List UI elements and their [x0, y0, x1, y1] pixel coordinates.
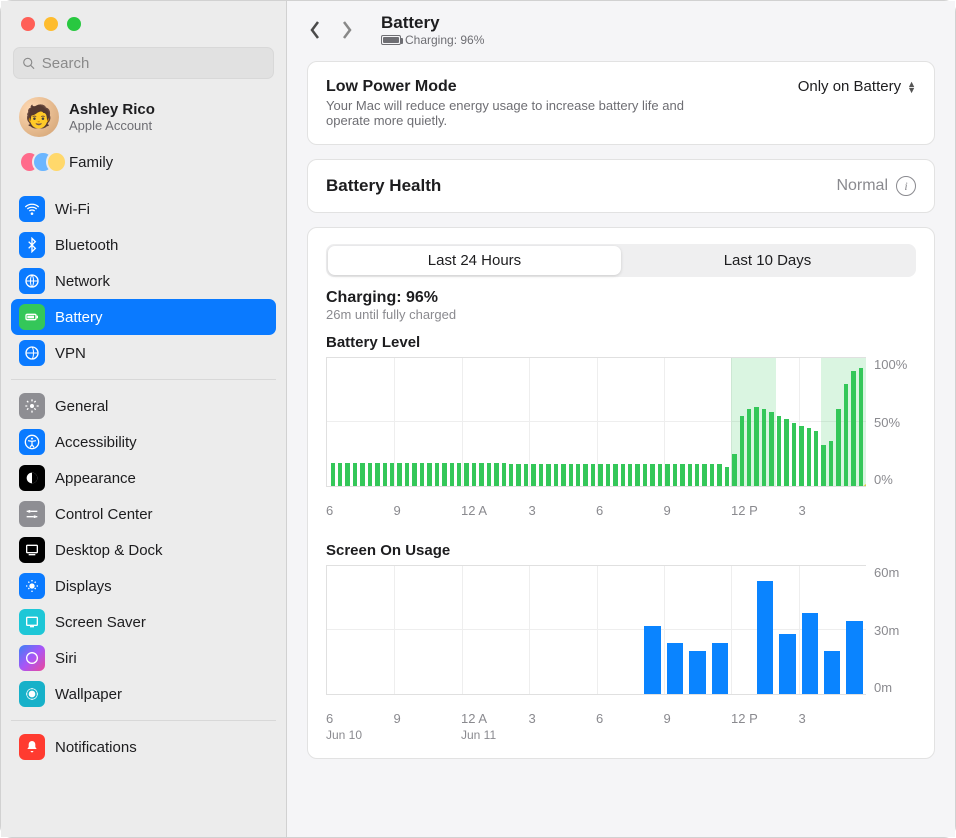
chevron-updown-icon: ▲▼ [907, 81, 916, 93]
lpm-select-value: Only on Battery [798, 78, 901, 95]
sidebar-item-wallpaper[interactable]: Wallpaper [11, 676, 276, 712]
battery-health-row[interactable]: Battery Health Normal i [307, 159, 935, 213]
sidebar-item-screensaver[interactable]: Screen Saver [11, 604, 276, 640]
sidebar-item-appearance[interactable]: Appearance [11, 460, 276, 496]
wallpaper-icon [19, 681, 45, 707]
search-icon [22, 56, 36, 71]
sidebar-item-controlcenter[interactable]: Control Center [11, 496, 276, 532]
account-sub: Apple Account [69, 118, 155, 133]
page-title: Battery [381, 13, 484, 33]
sidebar-item-notifications[interactable]: Notifications [11, 729, 276, 765]
sidebar-item-label: Wi-Fi [55, 201, 90, 218]
tab-last-10-days[interactable]: Last 10 Days [621, 246, 914, 275]
notifications-icon [19, 734, 45, 760]
minimize-window-button[interactable] [44, 17, 58, 31]
sidebar-item-label: Network [55, 273, 110, 290]
info-icon[interactable]: i [896, 176, 916, 196]
sidebar-item-label: Wallpaper [55, 686, 122, 703]
avatar: 🧑 [19, 97, 59, 137]
controlcenter-icon [19, 501, 45, 527]
tab-last-24-hours[interactable]: Last 24 Hours [328, 246, 621, 275]
battery-status-icon [381, 35, 401, 45]
sidebar-item-network[interactable]: Network [11, 263, 276, 299]
sidebar-item-bluetooth[interactable]: Bluetooth [11, 227, 276, 263]
usage-date-row: Jun 10Jun 11 [326, 728, 916, 742]
fullscreen-window-button[interactable] [67, 17, 81, 31]
sidebar-item-general[interactable]: General [11, 388, 276, 424]
sidebar-item-label: Screen Saver [55, 614, 146, 631]
siri-icon [19, 645, 45, 671]
usage-card: Last 24 Hours Last 10 Days Charging: 96%… [307, 227, 935, 759]
battery-icon [19, 304, 45, 330]
page-subtitle-text: Charging: 96% [405, 33, 484, 47]
general-icon [19, 393, 45, 419]
sidebar-item-label: General [55, 398, 108, 415]
sidebar-item-label: Control Center [55, 506, 153, 523]
sidebar-item-accessibility[interactable]: Accessibility [11, 424, 276, 460]
sidebar-item-vpn[interactable]: VPN [11, 335, 276, 371]
sidebar-item-label: Displays [55, 578, 112, 595]
lpm-select[interactable]: Only on Battery ▲▼ [798, 78, 916, 95]
charging-status-main: Charging: 96% [326, 289, 916, 307]
family-label: Family [69, 154, 113, 171]
battery-level-plot: ⚡ [326, 357, 866, 487]
sidebar-item-wifi[interactable]: Wi-Fi [11, 191, 276, 227]
nav-back-button[interactable] [301, 16, 329, 44]
page-subtitle: Charging: 96% [381, 33, 484, 47]
account-name: Ashley Rico [69, 101, 155, 118]
network-icon [19, 268, 45, 294]
sidebar-apple-account[interactable]: 🧑 Ashley Rico Apple Account [11, 93, 276, 145]
displays-icon [19, 573, 45, 599]
screen-on-usage-chart: Screen On Usage 60m30m0m 6912 A36912 P3 … [326, 542, 916, 742]
sidebar-item-displays[interactable]: Displays [11, 568, 276, 604]
lpm-label: Low Power Mode [326, 78, 686, 96]
desktopdock-icon [19, 537, 45, 563]
battery-y-axis: 100%50%0% [866, 357, 916, 487]
wifi-icon [19, 196, 45, 222]
close-window-button[interactable] [21, 17, 35, 31]
search-field[interactable] [13, 47, 274, 79]
chart-title: Screen On Usage [326, 542, 916, 559]
family-avatars [19, 151, 59, 173]
battery-health-label: Battery Health [326, 176, 441, 196]
sidebar-item-label: Appearance [55, 470, 136, 487]
sidebar-item-label: Accessibility [55, 434, 137, 451]
vpn-icon [19, 340, 45, 366]
sidebar-item-siri[interactable]: Siri [11, 640, 276, 676]
battery-x-axis: 6912 A36912 P3 [326, 503, 916, 518]
sidebar-item-desktopdock[interactable]: Desktop & Dock [11, 532, 276, 568]
chart-title: Battery Level [326, 334, 916, 351]
screensaver-icon [19, 609, 45, 635]
low-power-mode-row: Low Power Mode Your Mac will reduce ener… [307, 61, 935, 145]
search-input[interactable] [42, 55, 265, 72]
sidebar-item-battery[interactable]: Battery [11, 299, 276, 335]
time-range-segmented: Last 24 Hours Last 10 Days [326, 244, 916, 277]
sidebar-item-label: Desktop & Dock [55, 542, 163, 559]
nav-forward-button[interactable] [333, 16, 361, 44]
bluetooth-icon [19, 232, 45, 258]
sidebar-item-label: Battery [55, 309, 103, 326]
sidebar-item-label: Bluetooth [55, 237, 118, 254]
sidebar-family[interactable]: Family [11, 145, 276, 183]
sidebar-item-label: Siri [55, 650, 77, 667]
usage-plot [326, 565, 866, 695]
charging-status-sub: 26m until fully charged [326, 307, 916, 322]
usage-y-axis: 60m30m0m [866, 565, 916, 695]
battery-health-value: Normal [836, 177, 888, 195]
accessibility-icon [19, 429, 45, 455]
battery-level-chart: Battery Level ⚡ 100%50%0% 6912 A36912 P3 [326, 334, 916, 518]
sidebar-item-label: Notifications [55, 739, 137, 756]
window-controls [11, 1, 276, 41]
appearance-icon [19, 465, 45, 491]
sidebar-item-label: VPN [55, 345, 86, 362]
usage-x-axis: 6912 A36912 P3 [326, 711, 916, 726]
lpm-description: Your Mac will reduce energy usage to inc… [326, 98, 686, 128]
